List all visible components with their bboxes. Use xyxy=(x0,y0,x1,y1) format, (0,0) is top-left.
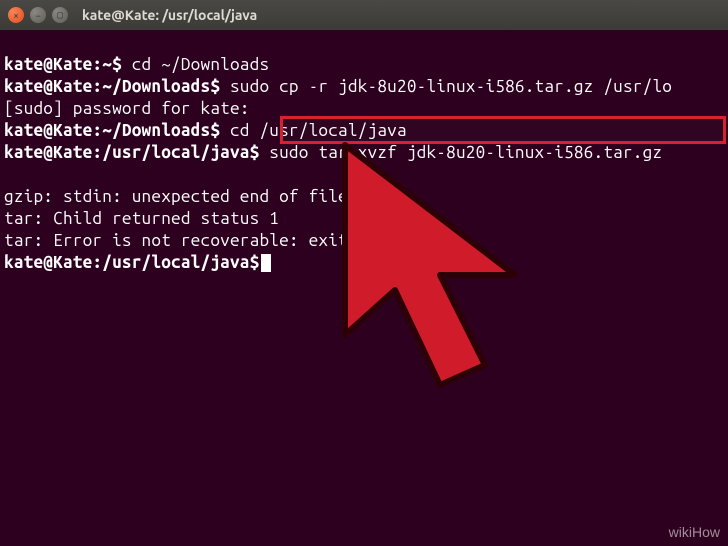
command-text: sudo cp -r jdk-8u20-linux-i586.tar.gz /u… xyxy=(220,77,672,96)
command-text: sudo tar xvzf jdk-8u20-linux-i586.tar.gz xyxy=(259,143,662,162)
window-title: kate@Kate: /usr/local/java xyxy=(82,7,257,23)
terminal-cursor xyxy=(261,254,271,272)
output-line: tar: Child returned status 1 xyxy=(4,209,279,228)
output-line: [sudo] password for kate: xyxy=(4,99,250,118)
close-icon[interactable]: × xyxy=(8,7,24,23)
command-text: cd /usr/local/java xyxy=(220,121,407,140)
prompt: kate@Kate:~$ xyxy=(4,55,122,74)
prompt: kate@Kate:/usr/local/java$ xyxy=(4,253,259,272)
prompt: kate@Kate:~/Downloads$ xyxy=(4,121,220,140)
watermark: wikiHow xyxy=(669,524,720,540)
output-line: tar: Error is not recoverable: exiting n… xyxy=(4,231,417,250)
window-titlebar: × − ▢ kate@Kate: /usr/local/java xyxy=(0,0,728,30)
prompt: kate@Kate:/usr/local/java$ xyxy=(4,143,259,162)
output-line: gzip: stdin: unexpected end of file xyxy=(4,187,348,206)
minimize-icon[interactable]: − xyxy=(30,7,46,23)
window-controls: × − ▢ xyxy=(8,7,68,23)
prompt: kate@Kate:~/Downloads$ xyxy=(4,77,220,96)
command-text: cd ~/Downloads xyxy=(122,55,269,74)
terminal-output[interactable]: kate@Kate:~$ cd ~/Downloads kate@Kate:~/… xyxy=(0,30,728,276)
maximize-icon[interactable]: ▢ xyxy=(52,7,68,23)
